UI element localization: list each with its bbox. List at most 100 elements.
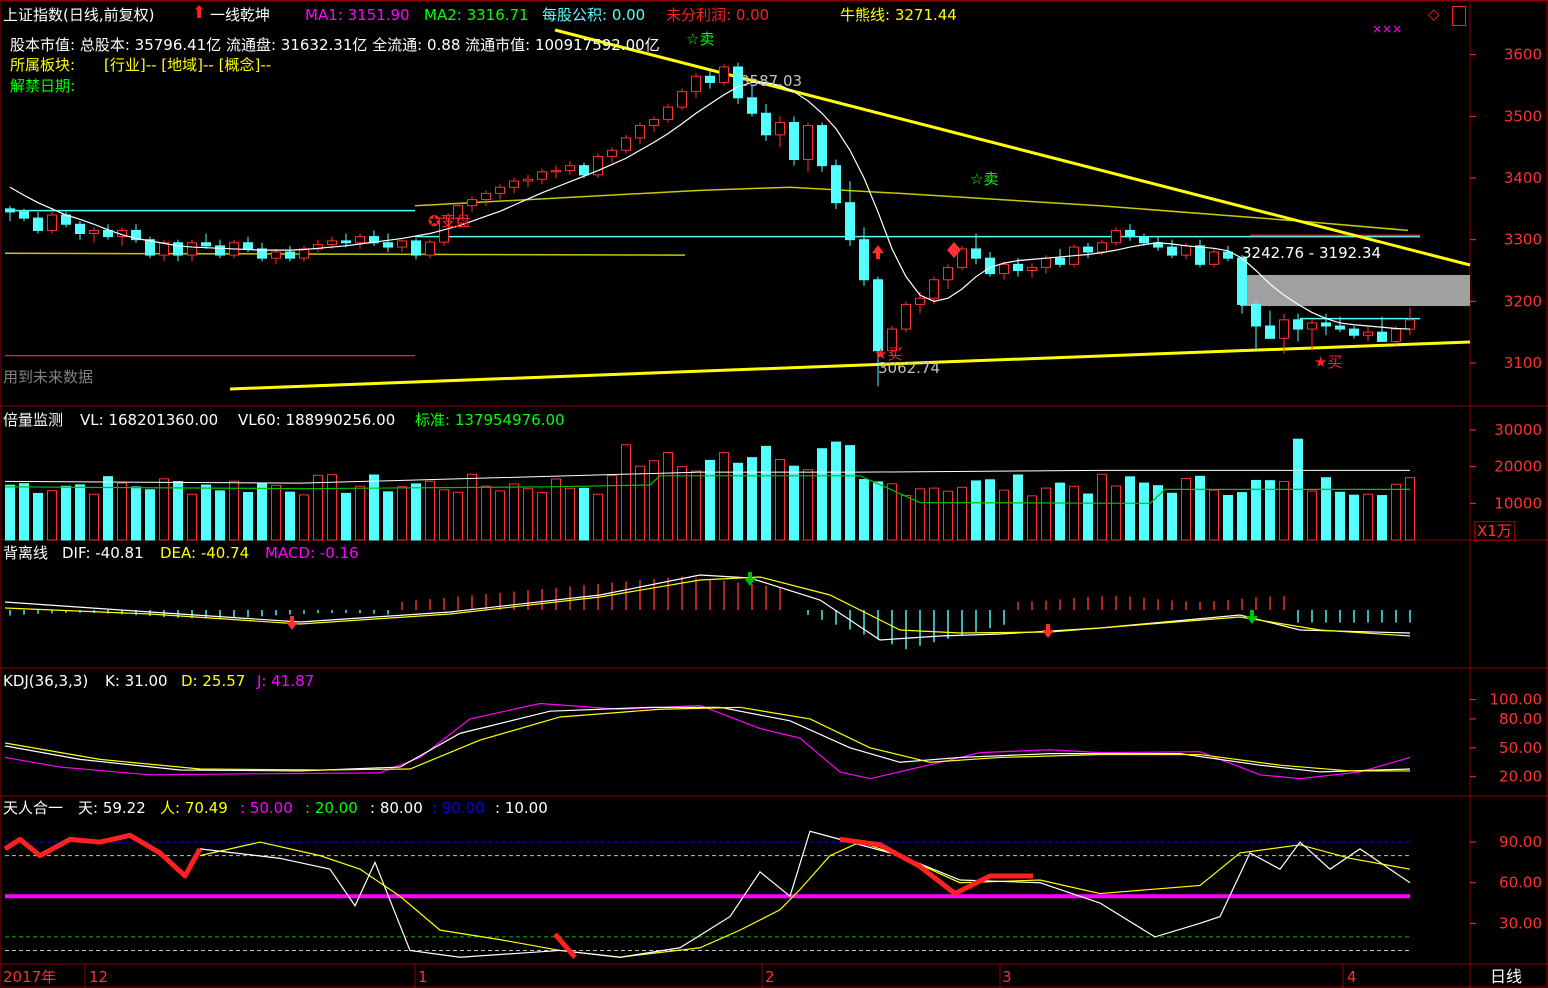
candle-body xyxy=(747,97,757,114)
volume-bar xyxy=(1279,480,1289,541)
volume-tick-label-1: 20000 xyxy=(1494,458,1542,476)
volume-bar xyxy=(201,484,211,541)
candle-body xyxy=(509,180,519,188)
volume-bar xyxy=(1041,487,1051,541)
candle-body xyxy=(1125,229,1135,238)
vl60-value: VL60: 188990256.00 xyxy=(238,411,396,429)
candle-body xyxy=(173,242,183,256)
sector-value[interactable]: [行业]-- [地域]-- [概念]-- xyxy=(104,56,271,74)
candle-body xyxy=(775,122,785,136)
volume-bar xyxy=(19,483,29,541)
tianren-tick-label-2: 30.00 xyxy=(1499,914,1542,932)
candle-body xyxy=(89,229,99,235)
candle-body xyxy=(201,242,211,247)
candle-body xyxy=(1055,257,1065,265)
volume-bar xyxy=(75,484,85,541)
candle-body xyxy=(411,240,421,256)
candle-body xyxy=(607,149,617,157)
candle-body xyxy=(1307,322,1317,330)
candle-body xyxy=(1405,319,1415,330)
volume-bar xyxy=(831,441,841,541)
volume-bar xyxy=(551,478,561,541)
sell-signal-1: ☆卖 xyxy=(970,170,999,188)
level-10: : 10.00 xyxy=(495,799,548,817)
macd-panel-label: 背离线 xyxy=(3,544,49,562)
candle-body xyxy=(649,118,659,127)
volume-bar xyxy=(719,452,729,541)
volume-bar xyxy=(1013,474,1023,541)
volume-tick-label-0: 30000 xyxy=(1494,421,1542,439)
candle-body xyxy=(1181,245,1191,256)
volume-bar xyxy=(481,485,491,541)
volume-bar xyxy=(565,487,575,541)
volume-bar xyxy=(1321,477,1331,541)
candle-body xyxy=(1111,229,1121,244)
kdj-panel-label: KDJ(36,3,3) xyxy=(3,672,89,690)
volume-bar xyxy=(817,448,827,541)
candle-body xyxy=(187,242,197,256)
volume-bar xyxy=(187,493,197,541)
volume-bar xyxy=(523,488,533,541)
volume-bar xyxy=(103,476,113,541)
candle-body xyxy=(943,266,953,281)
volume-bar xyxy=(663,451,673,541)
volume-bar xyxy=(593,493,603,541)
chart-title: 上证指数(日线,前复权) xyxy=(3,6,155,24)
candle-body xyxy=(159,242,169,256)
volume-bar xyxy=(425,480,435,541)
candle-body xyxy=(481,192,491,201)
restore-icon[interactable] xyxy=(1452,6,1466,26)
volume-bar xyxy=(1391,483,1401,541)
volume-bar xyxy=(215,490,225,541)
volume-bar xyxy=(1349,494,1359,541)
vl-value: VL: 168201360.00 xyxy=(80,411,219,429)
stock-chart-canvas[interactable]: 3600 3500 3400 3300 3200 3100 30000 20000 10000 1… xyxy=(0,0,1548,988)
candle-body xyxy=(523,178,533,182)
candle-body xyxy=(1041,257,1051,268)
candle-body xyxy=(873,279,883,352)
candle-body xyxy=(1293,319,1303,330)
indicator-name: 一线乾坤 xyxy=(210,6,271,24)
candle-body xyxy=(1139,236,1149,244)
ren-value: 人: 70.49 xyxy=(160,799,228,817)
volume-bar xyxy=(971,480,981,541)
volume-bar xyxy=(943,490,953,541)
range-annotation: 3242.76 - 3192.34 xyxy=(1242,244,1382,262)
volume-bar xyxy=(341,492,351,541)
volume-bar xyxy=(1223,494,1233,541)
volume-bar xyxy=(397,486,407,541)
volume-bar xyxy=(985,479,995,541)
candle-body xyxy=(621,137,631,151)
unlock-date-label: 解禁日期: xyxy=(10,77,76,95)
volume-bar xyxy=(999,489,1009,541)
candle-body xyxy=(299,248,309,259)
volume-bar xyxy=(313,474,323,541)
candle-body xyxy=(1265,325,1275,339)
candle-body xyxy=(719,66,729,83)
volume-bar xyxy=(761,445,771,541)
period-button[interactable]: 日线 xyxy=(1490,968,1522,986)
candle-body xyxy=(397,240,407,248)
diamond-icon[interactable]: ◇ xyxy=(1428,5,1440,23)
range-box xyxy=(1240,274,1470,307)
date-3: 3 xyxy=(1002,968,1012,986)
volume-bar xyxy=(285,491,295,541)
candle-body xyxy=(1391,328,1401,342)
ma1-line xyxy=(9,81,1411,330)
kdj-d-line xyxy=(4,706,1410,772)
volume-bar xyxy=(509,483,519,541)
candle-body xyxy=(761,112,771,136)
candle-body xyxy=(5,208,15,213)
macd-value: MACD: -0.16 xyxy=(265,544,359,562)
dea-value: DEA: -40.74 xyxy=(160,544,250,562)
date-2: 2 xyxy=(765,968,775,986)
kdj-tick-label-3: 20.00 xyxy=(1499,768,1542,786)
olive-level-line xyxy=(4,252,686,256)
volume-bar xyxy=(495,490,505,541)
turning-point-label: ✪变盘 xyxy=(428,212,471,230)
volume-bar xyxy=(453,491,463,541)
std-value: 标准: 137954976.00 xyxy=(415,411,565,429)
candle-body xyxy=(565,165,575,172)
level-20: : 20.00 xyxy=(305,799,358,817)
volume-bar xyxy=(1097,473,1107,541)
